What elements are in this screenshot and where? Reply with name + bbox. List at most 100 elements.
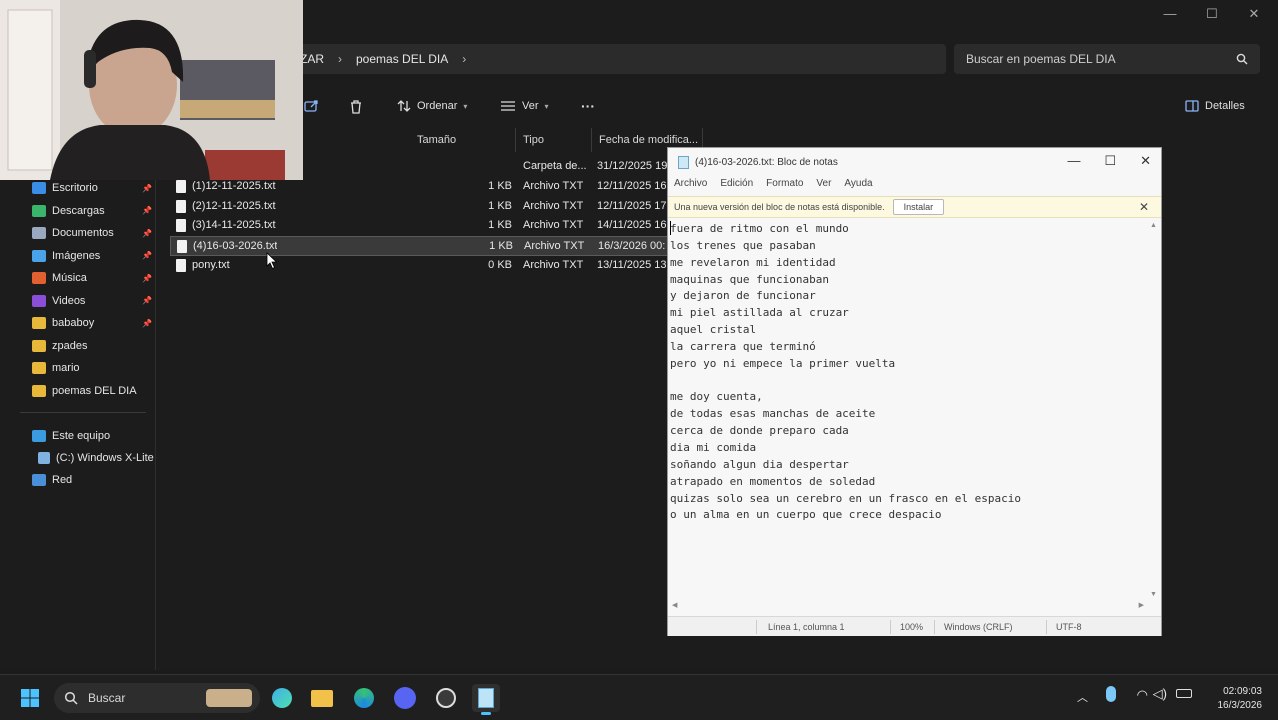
window-title: (4)16-03-2026.txt: Bloc de notas bbox=[695, 156, 838, 168]
sidebar-item-zpades[interactable]: zpades bbox=[32, 336, 156, 356]
sidebar-item-m-sica[interactable]: Música 📌 bbox=[32, 268, 156, 288]
taskbar-app-notepad[interactable] bbox=[472, 684, 500, 715]
close-infobar-button[interactable]: ✕ bbox=[1139, 200, 1149, 214]
chevron-right-icon[interactable]: › bbox=[338, 52, 342, 66]
scroll-up-icon[interactable]: ▲ bbox=[1150, 222, 1157, 229]
search-icon bbox=[1236, 53, 1248, 65]
pin-icon[interactable]: 📌 bbox=[142, 206, 152, 215]
pin-icon[interactable]: 📌 bbox=[142, 274, 152, 283]
sidebar-item-this-pc[interactable]: Este equipo bbox=[32, 426, 156, 446]
network-icon bbox=[32, 474, 46, 486]
file-date: 14/11/2025 16 bbox=[597, 219, 667, 232]
image-icon bbox=[32, 249, 46, 262]
install-button[interactable]: Instalar bbox=[892, 199, 945, 215]
pin-icon[interactable]: 📌 bbox=[142, 251, 152, 260]
search-input[interactable]: Buscar en poemas DEL DIA bbox=[954, 44, 1260, 74]
breadcrumb-item[interactable]: poemas DEL DIA bbox=[356, 52, 448, 66]
sidebar-item-escritorio[interactable]: Escritorio 📌 bbox=[32, 178, 156, 198]
file-row[interactable]: (2)12-11-2025.txt 1 KB Archivo TXT 12/11/20… bbox=[170, 197, 670, 217]
menu-ayuda[interactable]: Ayuda bbox=[844, 178, 872, 189]
file-row[interactable]: pony.txt 0 KB Archivo TXT 13/11/2025 13 bbox=[170, 256, 670, 276]
menu-bar: Archivo Edición Formato Ver Ayuda bbox=[674, 178, 873, 189]
horizontal-scrollbar[interactable]: ◀ ▶ bbox=[668, 599, 1148, 613]
clock[interactable]: 02:09:03 16/3/2026 bbox=[1218, 685, 1263, 713]
sort-button[interactable]: Ordenar ▾ bbox=[397, 99, 467, 113]
taskbar-app-obs[interactable] bbox=[432, 684, 460, 712]
taskbar-app-file-explorer[interactable] bbox=[308, 684, 336, 712]
column-header-type[interactable]: Tipo bbox=[517, 128, 592, 152]
pin-icon[interactable]: 📌 bbox=[142, 296, 152, 305]
file-date: 12/11/2025 16 bbox=[597, 179, 667, 192]
desktop-icon bbox=[32, 182, 46, 194]
sidebar-item-label: poemas DEL DIA bbox=[52, 384, 137, 397]
taskbar-app-edge[interactable] bbox=[350, 684, 378, 712]
wifi-icon[interactable]: ◠ bbox=[1137, 687, 1148, 703]
file-name: (2)12-11-2025.txt bbox=[192, 199, 276, 212]
scroll-down-icon[interactable]: ▼ bbox=[1150, 591, 1157, 598]
pin-icon[interactable]: 📌 bbox=[142, 184, 152, 193]
chevron-right-icon[interactable]: › bbox=[462, 52, 466, 66]
scroll-left-icon[interactable]: ◀ bbox=[672, 601, 677, 609]
close-button[interactable]: ✕ bbox=[1140, 153, 1151, 169]
sidebar-item-network[interactable]: Red bbox=[32, 470, 156, 490]
file-type: Archivo TXT bbox=[523, 259, 584, 271]
sidebar-item-descargas[interactable]: Descargas 📌 bbox=[32, 201, 156, 221]
sidebar-item-bababoy[interactable]: bababoy 📌 bbox=[32, 313, 156, 333]
start-button[interactable] bbox=[16, 684, 44, 712]
menu-archivo[interactable]: Archivo bbox=[674, 178, 707, 189]
close-button[interactable]: ✕ bbox=[1244, 6, 1264, 22]
menu-ver[interactable]: Ver bbox=[816, 178, 831, 189]
folder-icon bbox=[32, 362, 46, 374]
microphone-icon[interactable] bbox=[1106, 686, 1116, 702]
breadcrumb-item[interactable]: ZAR bbox=[300, 52, 324, 66]
sidebar-item-poemas-del-dia[interactable]: poemas DEL DIA bbox=[32, 381, 156, 401]
sidebar-item-videos[interactable]: Videos 📌 bbox=[32, 291, 156, 311]
address-bar[interactable]: ZAR › poemas DEL DIA › bbox=[290, 44, 946, 74]
view-icon bbox=[501, 101, 515, 111]
minimize-button[interactable]: — bbox=[1067, 153, 1080, 169]
share-button[interactable] bbox=[304, 99, 320, 113]
search-highlight-icon bbox=[206, 689, 252, 707]
file-type: Archivo TXT bbox=[523, 199, 584, 212]
scroll-right-icon[interactable]: ▶ bbox=[1139, 601, 1144, 609]
details-button[interactable]: Detalles bbox=[1185, 100, 1245, 112]
webcam-image bbox=[0, 0, 303, 180]
minimize-button[interactable]: — bbox=[1160, 6, 1180, 22]
file-row[interactable]: (4)16-03-2026.txt 1 KB Archivo TXT 16/3/202… bbox=[170, 236, 670, 257]
pin-icon[interactable]: 📌 bbox=[142, 229, 152, 238]
menu-formato[interactable]: Formato bbox=[766, 178, 803, 189]
chevron-up-icon[interactable]: ︿ bbox=[1077, 689, 1088, 705]
maximize-button[interactable]: ☐ bbox=[1104, 153, 1116, 169]
clock-time: 02:09:03 bbox=[1223, 686, 1262, 697]
taskbar-search[interactable]: Buscar bbox=[54, 683, 260, 713]
sidebar-item-im-genes[interactable]: Imágenes 📌 bbox=[32, 246, 156, 266]
volume-icon[interactable]: ◁) bbox=[1153, 686, 1167, 702]
view-label: Ver bbox=[522, 100, 539, 112]
file-date: 16/3/2026 00: bbox=[598, 240, 666, 253]
text-line: mi piel astillada al cruzar bbox=[670, 306, 849, 320]
notepad-icon bbox=[478, 688, 494, 708]
file-row[interactable]: (3)14-11-2025.txt 1 KB Archivo TXT 14/11/20… bbox=[170, 216, 670, 236]
vertical-scrollbar[interactable]: ▲ ▼ bbox=[1147, 220, 1161, 600]
more-options-button[interactable]: ··· bbox=[581, 98, 595, 114]
sidebar-item-drive-c[interactable]: (C:) Windows X-Lite bbox=[38, 448, 156, 468]
maximize-button[interactable]: ☐ bbox=[1202, 6, 1222, 22]
delete-button[interactable] bbox=[349, 99, 363, 114]
taskbar-app-discord[interactable] bbox=[391, 684, 419, 712]
text-editor[interactable]: fuera de ritmo con el mundo los trenes qu… bbox=[670, 221, 1146, 597]
sidebar-item-label: (C:) Windows X-Lite bbox=[56, 452, 154, 464]
file-name: (4)16-03-2026.txt bbox=[193, 240, 278, 253]
divider bbox=[756, 620, 757, 634]
cursor-position: Línea 1, columna 1 bbox=[768, 622, 845, 632]
drive-icon bbox=[38, 452, 50, 464]
view-button[interactable]: Ver ▾ bbox=[500, 100, 549, 112]
chevron-down-icon: ▾ bbox=[463, 101, 468, 111]
menu-edicion[interactable]: Edición bbox=[720, 178, 753, 189]
battery-icon[interactable] bbox=[1176, 689, 1192, 698]
pin-icon[interactable]: 📌 bbox=[142, 319, 152, 328]
sidebar-item-mario[interactable]: mario bbox=[32, 358, 156, 378]
sidebar-item-documentos[interactable]: Documentos 📌 bbox=[32, 223, 156, 243]
file-type: Archivo TXT bbox=[523, 219, 584, 232]
column-header-size[interactable]: Tamaño bbox=[411, 128, 516, 152]
taskbar-app-copilot[interactable] bbox=[268, 684, 296, 712]
